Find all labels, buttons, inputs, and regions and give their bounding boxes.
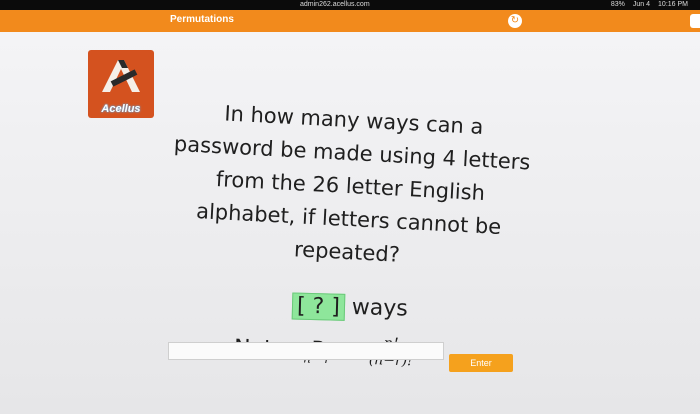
- question-text: In how many ways can a password be made …: [151, 94, 549, 279]
- status-indicators: 83% Jun 4 10:16 PM: [611, 1, 688, 8]
- date-text: Jun 4: [632, 1, 651, 8]
- lesson-title: Permutations: [170, 14, 234, 25]
- system-status-bar: admin262.acellus.com 83% Jun 4 10:16 PM: [0, 0, 700, 10]
- edge-tab[interactable]: [690, 14, 700, 28]
- url-text: admin262.acellus.com: [300, 1, 370, 8]
- battery-percent: 83%: [610, 1, 625, 8]
- app-title-bar: Permutations ↻: [0, 10, 700, 32]
- logo-text: Acellus: [101, 103, 141, 115]
- time-text: 10:16 PM: [658, 1, 688, 8]
- lesson-content: Acellus In how many ways can a password …: [0, 32, 700, 414]
- acellus-mark-icon: [102, 60, 140, 92]
- answer-prompt: [ ? ] ways: [291, 292, 409, 322]
- answer-blank: [ ? ]: [291, 292, 346, 321]
- refresh-icon[interactable]: ↻: [508, 14, 522, 28]
- enter-button[interactable]: Enter: [449, 354, 513, 372]
- answer-input[interactable]: [168, 342, 444, 360]
- answer-unit: ways: [351, 295, 409, 322]
- acellus-logo: Acellus: [88, 50, 154, 118]
